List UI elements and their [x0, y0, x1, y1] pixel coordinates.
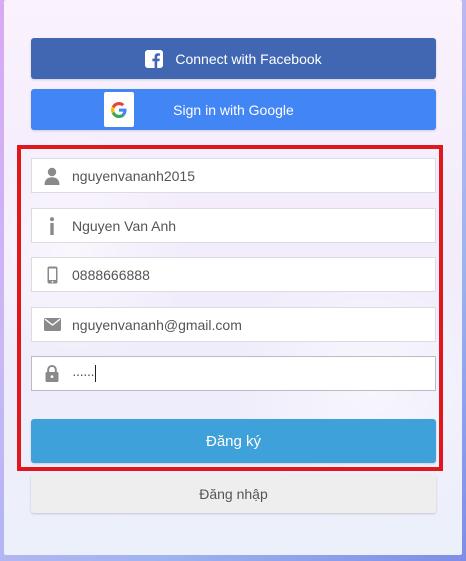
google-icon [104, 92, 134, 127]
email-field[interactable]: nguyenvananh@gmail.com [31, 307, 436, 342]
phone-value: 0888666888 [72, 266, 150, 283]
fullname-value: Nguyen Van Anh [72, 217, 177, 234]
text-cursor [94, 365, 96, 382]
info-icon [32, 209, 72, 242]
phone-field[interactable]: 0888666888 [31, 257, 436, 292]
facebook-connect-label: Connect with Facebook [175, 50, 322, 67]
google-signin-button[interactable]: Sign in with Google [31, 89, 436, 130]
phone-icon [32, 258, 72, 291]
facebook-connect-button[interactable]: Connect with Facebook [31, 38, 436, 79]
username-field[interactable]: nguyenvananh2015 [31, 158, 436, 193]
user-icon [32, 159, 72, 192]
login-button[interactable]: Đăng nhập [31, 474, 436, 513]
email-value: nguyenvananh@gmail.com [72, 316, 242, 333]
register-button[interactable]: Đăng ký [31, 419, 436, 463]
fullname-field[interactable]: Nguyen Van Anh [31, 208, 436, 243]
username-value: nguyenvananh2015 [72, 167, 196, 184]
lock-icon [32, 357, 72, 390]
password-field[interactable]: ······ [31, 356, 436, 391]
facebook-icon [145, 49, 164, 68]
google-signin-label: Sign in with Google [173, 101, 294, 118]
password-value: ······ [72, 365, 95, 382]
mail-icon [32, 308, 72, 341]
